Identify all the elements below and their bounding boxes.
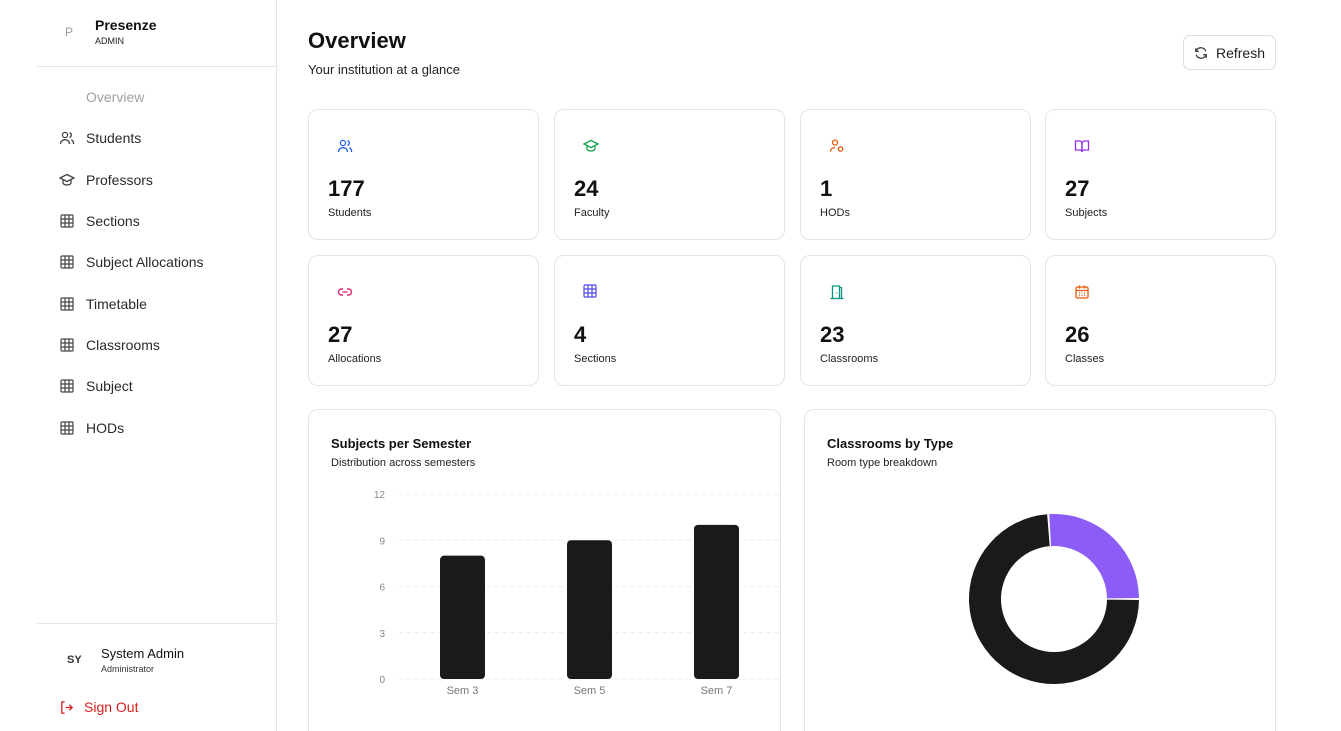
graduation-cap-icon: [583, 138, 599, 154]
grid-icon: [58, 253, 76, 271]
y-tick-label: 0: [379, 675, 385, 686]
x-tick-label: Sem 7: [701, 685, 733, 697]
refresh-label: Refresh: [1215, 44, 1266, 61]
sidebar-item-label: Classrooms: [86, 337, 160, 353]
stat-label: Faculty: [574, 207, 610, 219]
grid-icon: [58, 295, 76, 313]
sidebar-item-subject[interactable]: Subject: [58, 374, 133, 398]
stat-label: Sections: [574, 353, 617, 365]
sidebar-item-overview[interactable]: Overview: [58, 85, 144, 109]
user-role: Administrator: [101, 664, 155, 674]
y-tick-label: 6: [379, 583, 385, 594]
sign-out-label: Sign Out: [84, 699, 139, 715]
x-tick-label: Sem 5: [574, 685, 606, 697]
user-profile: SY System Admin Administrator Sign Out: [37, 623, 276, 731]
sidebar-item-label: Timetable: [86, 296, 147, 312]
stat-card-subjects[interactable]: 27 Subjects: [1045, 109, 1276, 240]
brand-role: ADMIN: [95, 36, 124, 46]
stat-label: Subjects: [1065, 207, 1108, 219]
graduation-cap-icon: [58, 171, 76, 189]
subjects-bar-chart: 0 3 6 9 12 Sem 3 Sem 5 Sem 7: [374, 490, 780, 697]
book-open-icon: [1074, 138, 1090, 154]
bar: [694, 524, 739, 679]
stat-label: Allocations: [328, 353, 382, 365]
sidebar-item-label: HODs: [86, 420, 125, 436]
log-out-icon: [59, 700, 74, 715]
grid-icon: [58, 212, 76, 230]
donut-slice: [1049, 514, 1139, 599]
classrooms-donut-chart: [969, 514, 1139, 684]
users-icon: [337, 138, 353, 154]
calendar-icon: [1074, 284, 1090, 300]
classrooms-by-type-panel: Classrooms by Type Room type breakdown: [804, 409, 1276, 731]
sidebar-item-sections[interactable]: Sections: [58, 209, 140, 233]
stat-value: 1: [820, 176, 833, 201]
stat-label: Classrooms: [820, 353, 879, 365]
stat-card-hods[interactable]: 1 HODs: [800, 109, 1031, 240]
link-icon: [337, 284, 353, 300]
x-tick-label: Sem 3: [447, 685, 479, 697]
sidebar-item-timetable[interactable]: Timetable: [58, 292, 147, 316]
y-tick-label: 12: [374, 490, 386, 501]
page-title: Overview: [308, 28, 406, 53]
sidebar-item-label: Professors: [86, 172, 153, 188]
users-icon: [58, 129, 76, 147]
stat-label: HODs: [820, 207, 850, 219]
stat-card-faculty[interactable]: 24 Faculty: [554, 109, 785, 240]
stat-card-allocations[interactable]: 27 Allocations: [308, 255, 539, 386]
sidebar-item-label: Subject Allocations: [86, 254, 204, 270]
user-name: System Admin: [101, 646, 185, 661]
sidebar-item-label: Students: [86, 130, 142, 146]
stat-label: Students: [328, 207, 372, 219]
page-subtitle: Your institution at a glance: [308, 62, 461, 77]
stat-value: 24: [574, 176, 599, 201]
stat-value: 27: [328, 322, 353, 347]
stat-value: 4: [574, 322, 587, 347]
stat-card-classrooms[interactable]: 23 Classrooms: [800, 255, 1031, 386]
sidebar-item-students[interactable]: Students: [58, 126, 141, 150]
stat-value: 177: [328, 176, 365, 201]
grid-icon: [583, 284, 599, 300]
stat-value: 26: [1065, 322, 1090, 347]
stat-value: 27: [1065, 176, 1090, 201]
stat-value: 23: [820, 322, 845, 347]
bar: [567, 540, 612, 679]
subjects-per-semester-panel: Subjects per Semester Distribution acros…: [308, 409, 781, 731]
y-tick-label: 9: [379, 536, 385, 547]
sidebar-item-label: Subject: [86, 378, 133, 394]
brand-header: P Presenze ADMIN: [37, 0, 276, 67]
stat-card-classes[interactable]: 26 Classes: [1045, 255, 1276, 386]
brand-logo: P: [65, 25, 74, 39]
sidebar-item-label: Overview: [86, 89, 145, 105]
app-root: P Presenze ADMIN Overview Students Profe…: [0, 0, 1341, 731]
stat-label: Classes: [1065, 353, 1105, 365]
user-cog-icon: [829, 138, 845, 154]
sidebar-item-label: Sections: [86, 213, 140, 229]
refresh-icon: [1194, 46, 1208, 60]
sidebar-item-classrooms[interactable]: Classrooms: [58, 333, 160, 357]
y-tick-label: 3: [379, 629, 385, 640]
refresh-button[interactable]: Refresh: [1183, 35, 1276, 70]
grid-icon: [58, 377, 76, 395]
brand-name: Presenze: [95, 17, 157, 33]
sidebar-item-professors[interactable]: Professors: [58, 168, 153, 192]
grid-icon: [58, 419, 76, 437]
sidebar-item-hods[interactable]: HODs: [58, 416, 124, 440]
stat-card-students[interactable]: 177 Students: [308, 109, 539, 240]
grid-icon: [58, 336, 76, 354]
avatar: SY: [67, 654, 82, 666]
sign-out-button[interactable]: Sign Out: [59, 699, 138, 715]
sidebar: P Presenze ADMIN Overview Students Profe…: [0, 0, 277, 731]
door-icon: [829, 284, 845, 300]
stat-card-sections[interactable]: 4 Sections: [554, 255, 785, 386]
sidebar-item-subject-allocations[interactable]: Subject Allocations: [58, 250, 204, 274]
bar: [440, 555, 485, 679]
